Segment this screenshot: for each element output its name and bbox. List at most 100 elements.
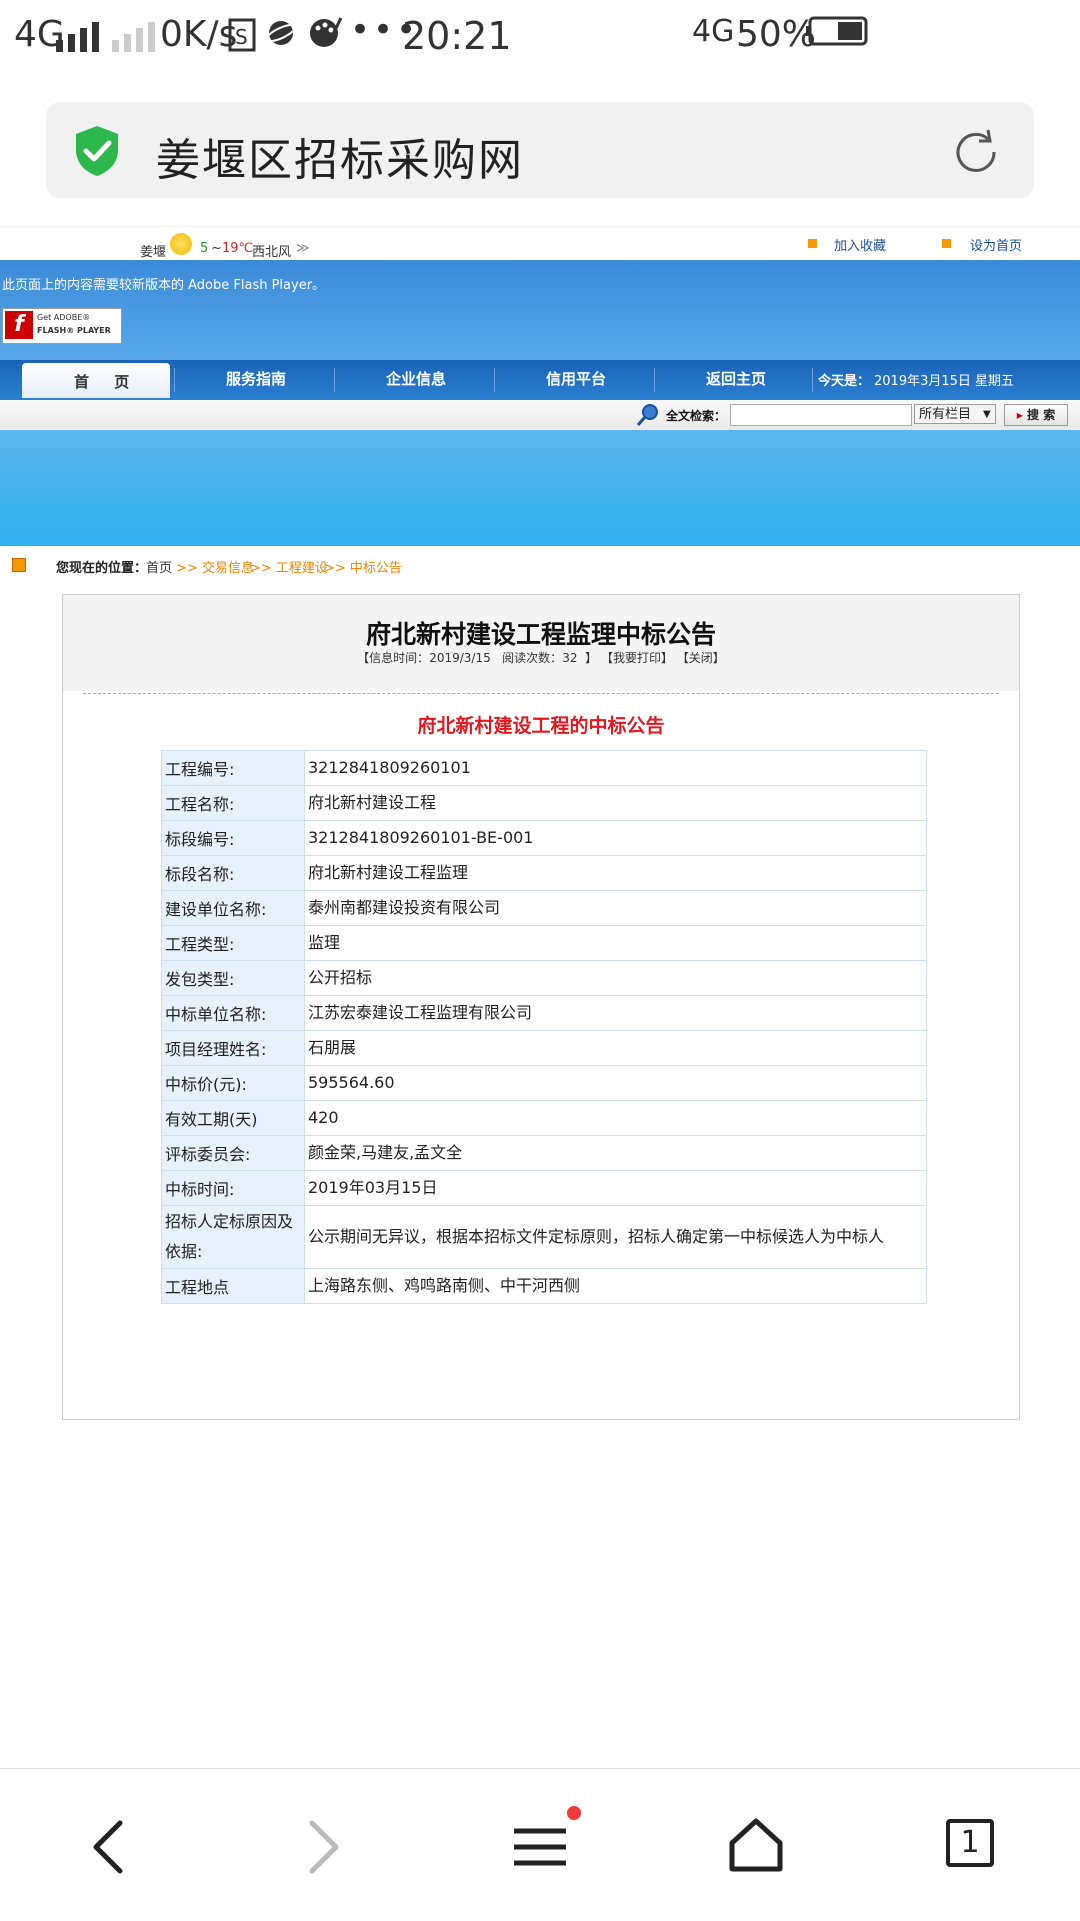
row-label: 发包类型: <box>161 960 305 996</box>
bullet-icon <box>942 239 951 248</box>
planet-icon <box>266 21 296 45</box>
table-row: 有效工期(天) 420 <box>161 1100 927 1136</box>
row-label: 招标人定标原因及依据: <box>161 1205 305 1269</box>
table-row: 建设单位名称: 泰州南都建设投资有限公司 <box>161 890 927 926</box>
chevron-right-icon: ≫ <box>296 241 310 256</box>
header-sky-band <box>0 430 1080 546</box>
flash-button-line1: Get ADOBE® <box>37 313 91 322</box>
today-value: 2019年3月15日 星期五 <box>874 374 1015 389</box>
table-row: 中标时间: 2019年03月15日 <box>161 1170 927 1206</box>
breadcrumb-label: 您现在的位置： <box>56 561 148 576</box>
row-value: 监理 <box>304 925 927 961</box>
tabs-icon[interactable]: 1 <box>946 1819 994 1867</box>
sim-card-icon: S <box>228 18 256 52</box>
row-label: 建设单位名称: <box>161 890 305 926</box>
address-bar[interactable]: 姜堰区招标采购网 <box>46 102 1034 198</box>
row-value: 3212841809260101-BE-001 <box>304 820 927 856</box>
row-label: 评标委员会: <box>161 1135 305 1171</box>
row-value: 颜金荣,马建友,孟文全 <box>304 1135 927 1171</box>
nav-tab-credit-platform[interactable]: 信用平台 <box>546 368 606 389</box>
network-type-2: 4G <box>692 14 735 49</box>
table-row: 招标人定标原因及依据: 公示期间无异议，根据本招标文件定标原则，招标人确定第一中标… <box>161 1205 927 1269</box>
nav-tab-enterprise-info[interactable]: 企业信息 <box>386 368 446 389</box>
table-row: 工程类型: 监理 <box>161 925 927 961</box>
divider <box>83 693 999 694</box>
get-flash-button[interactable]: f Get ADOBE® FLASH® PLAYER <box>2 308 122 344</box>
row-value: 府北新村建设工程监理 <box>304 855 927 891</box>
status-bar: 4G 0K/s S ••• 20:21 4G 50% <box>0 0 1080 76</box>
row-value: 石朋展 <box>304 1030 927 1066</box>
breadcrumb-engineering[interactable]: >> 工程建设 <box>250 557 328 576</box>
article-box: 府北新村建设工程监理中标公告 【信息时间：2019/3/15 阅读次数：32 】… <box>62 594 1020 1420</box>
table-row: 工程编号: 3212841809260101 <box>161 750 927 786</box>
clock: 20:21 <box>402 14 512 58</box>
flash-banner: 此页面上的内容需要较新版本的 Adobe Flash Player。 f Get… <box>0 260 1080 360</box>
search-input[interactable] <box>730 404 912 426</box>
row-label: 工程类型: <box>161 925 305 961</box>
add-favorite-link[interactable]: 加入收藏 <box>834 235 886 254</box>
flash-button-line2: FLASH® PLAYER <box>37 326 111 335</box>
flash-logo-icon: f <box>5 311 33 339</box>
row-label: 中标价(元): <box>161 1065 305 1101</box>
close-link[interactable]: 【关闭】 <box>677 651 725 665</box>
tab-count: 1 <box>960 1825 980 1860</box>
bullet-icon <box>808 239 817 248</box>
table-row: 评标委员会: 颜金荣,马建友,孟文全 <box>161 1135 927 1171</box>
row-label: 工程编号: <box>161 750 305 786</box>
breadcrumb-home[interactable]: 首页 <box>146 557 172 576</box>
table-row: 标段名称: 府北新村建设工程监理 <box>161 855 927 891</box>
row-label: 工程名称: <box>161 785 305 821</box>
play-arrow-icon: ▸ <box>1016 408 1023 422</box>
row-label: 工程地点 <box>161 1268 305 1304</box>
row-label: 标段编号: <box>161 820 305 856</box>
nav-tab-return-home[interactable]: 返回主页 <box>706 368 766 389</box>
search-magnifier-icon <box>636 404 658 426</box>
home-icon[interactable] <box>728 1817 784 1873</box>
search-row: 全文检索： 所有栏目 ▼ ▸ 搜 索 <box>0 400 1080 431</box>
article-header: 府北新村建设工程监理中标公告 【信息时间：2019/3/15 阅读次数：32 】… <box>63 595 1019 691</box>
refresh-icon[interactable] <box>950 126 1002 178</box>
table-row: 工程地点 上海路东侧、鸡鸣路南侧、中干河西侧 <box>161 1268 927 1304</box>
nav-tab-home[interactable]: 首 页 <box>22 363 170 398</box>
row-label: 项目经理姓名: <box>161 1030 305 1066</box>
temp-low: 5 <box>200 241 209 256</box>
article-subtitle: 府北新村建设工程的中标公告 <box>417 715 665 737</box>
top-strip: 姜堰 5 ~ 19℃ 西北风 ≫ 加入收藏 设为首页 <box>0 226 1080 261</box>
table-row: 标段编号: 3212841809260101-BE-001 <box>161 820 927 856</box>
back-icon[interactable] <box>88 1819 128 1875</box>
palette-icon <box>310 17 342 47</box>
article-meta: 【信息时间：2019/3/15 阅读次数：32 】 【我要打印】 【关闭】 <box>357 651 725 665</box>
flash-notice: 此页面上的内容需要较新版本的 Adobe Flash Player。 <box>2 278 326 293</box>
signal-icon <box>56 18 99 52</box>
set-home-link[interactable]: 设为首页 <box>970 235 1022 254</box>
search-button[interactable]: ▸ 搜 索 <box>1004 404 1068 426</box>
page-title: 姜堰区招标采购网 <box>156 135 524 186</box>
search-scope-select[interactable]: 所有栏目 ▼ <box>914 404 996 424</box>
nav-tab-service-guide[interactable]: 服务指南 <box>226 368 286 389</box>
weather-city: 姜堰 <box>140 245 167 260</box>
breadcrumb: 您现在的位置： 首页 >> 交易信息 >> 工程建设 >> 中标公告 <box>0 556 1080 580</box>
row-label: 有效工期(天) <box>161 1100 305 1136</box>
read-count: 32 <box>562 651 578 665</box>
browser-toolbar: 1 <box>0 1768 1080 1921</box>
row-value: 江苏宏泰建设工程监理有限公司 <box>304 995 927 1031</box>
row-value: 3212841809260101 <box>304 750 927 786</box>
breadcrumb-trade-info[interactable]: >> 交易信息 <box>176 557 254 576</box>
print-link[interactable]: 【我要打印】 <box>601 651 673 665</box>
signal-icon-secondary <box>112 18 155 52</box>
forward-icon[interactable] <box>304 1819 344 1875</box>
row-value: 上海路东侧、鸡鸣路南侧、中干河西侧 <box>304 1268 927 1304</box>
row-label: 中标单位名称: <box>161 995 305 1031</box>
temp-sep: ~ <box>211 241 222 256</box>
temp-high: 19℃ <box>222 241 254 256</box>
svg-text:S: S <box>235 25 248 49</box>
breadcrumb-award-notice[interactable]: >> 中标公告 <box>324 557 402 576</box>
location-icon <box>12 558 26 572</box>
menu-icon[interactable] <box>510 1805 582 1875</box>
table-row: 中标单位名称: 江苏宏泰建设工程监理有限公司 <box>161 995 927 1031</box>
main-nav: 首 页 服务指南 企业信息 信用平台 返回主页 今天是： 2019年3月15日 … <box>0 360 1080 400</box>
today-label: 今天是： <box>818 374 871 389</box>
table-row: 项目经理姓名: 石朋展 <box>161 1030 927 1066</box>
search-label: 全文检索： <box>666 409 727 423</box>
network-speed: 0K/s <box>160 14 238 55</box>
